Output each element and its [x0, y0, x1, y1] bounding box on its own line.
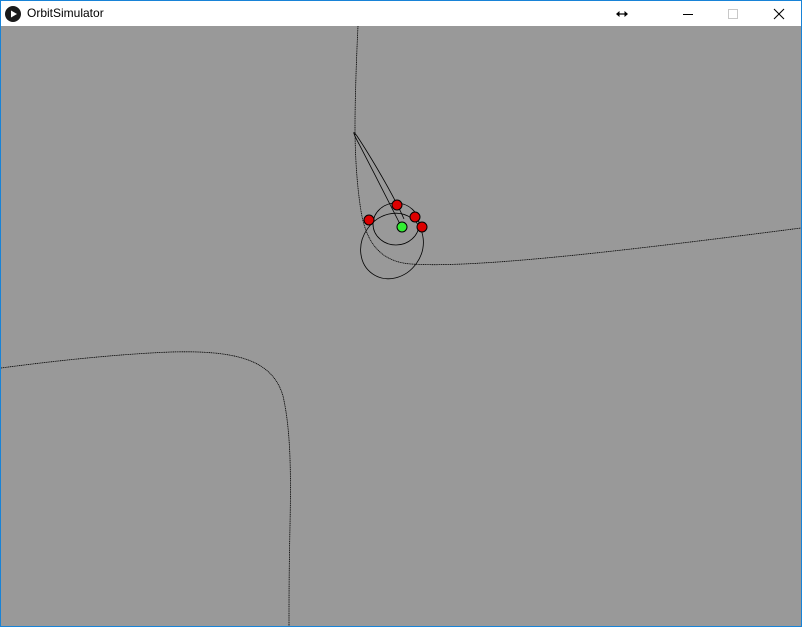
orbit-trail [1, 351, 291, 626]
maximize-icon [727, 8, 738, 19]
close-icon [773, 8, 784, 19]
planet [409, 211, 421, 223]
resize-horizontal-icon [616, 10, 628, 17]
resize-button[interactable] [599, 1, 645, 26]
window-title: OrbitSimulator [27, 6, 104, 20]
planet [391, 199, 403, 211]
minimize-button[interactable] [665, 1, 710, 26]
minimize-icon [682, 13, 693, 15]
planet [416, 221, 428, 233]
maximize-button[interactable] [710, 1, 755, 26]
app-window: OrbitSimulator [0, 0, 802, 627]
simulation-canvas[interactable] [1, 26, 801, 626]
close-button[interactable] [756, 1, 801, 26]
orbit-trail [360, 212, 424, 280]
planet [363, 214, 375, 226]
play-circle-icon [5, 6, 21, 22]
title-bar[interactable]: OrbitSimulator [1, 1, 801, 26]
sun [396, 221, 408, 233]
